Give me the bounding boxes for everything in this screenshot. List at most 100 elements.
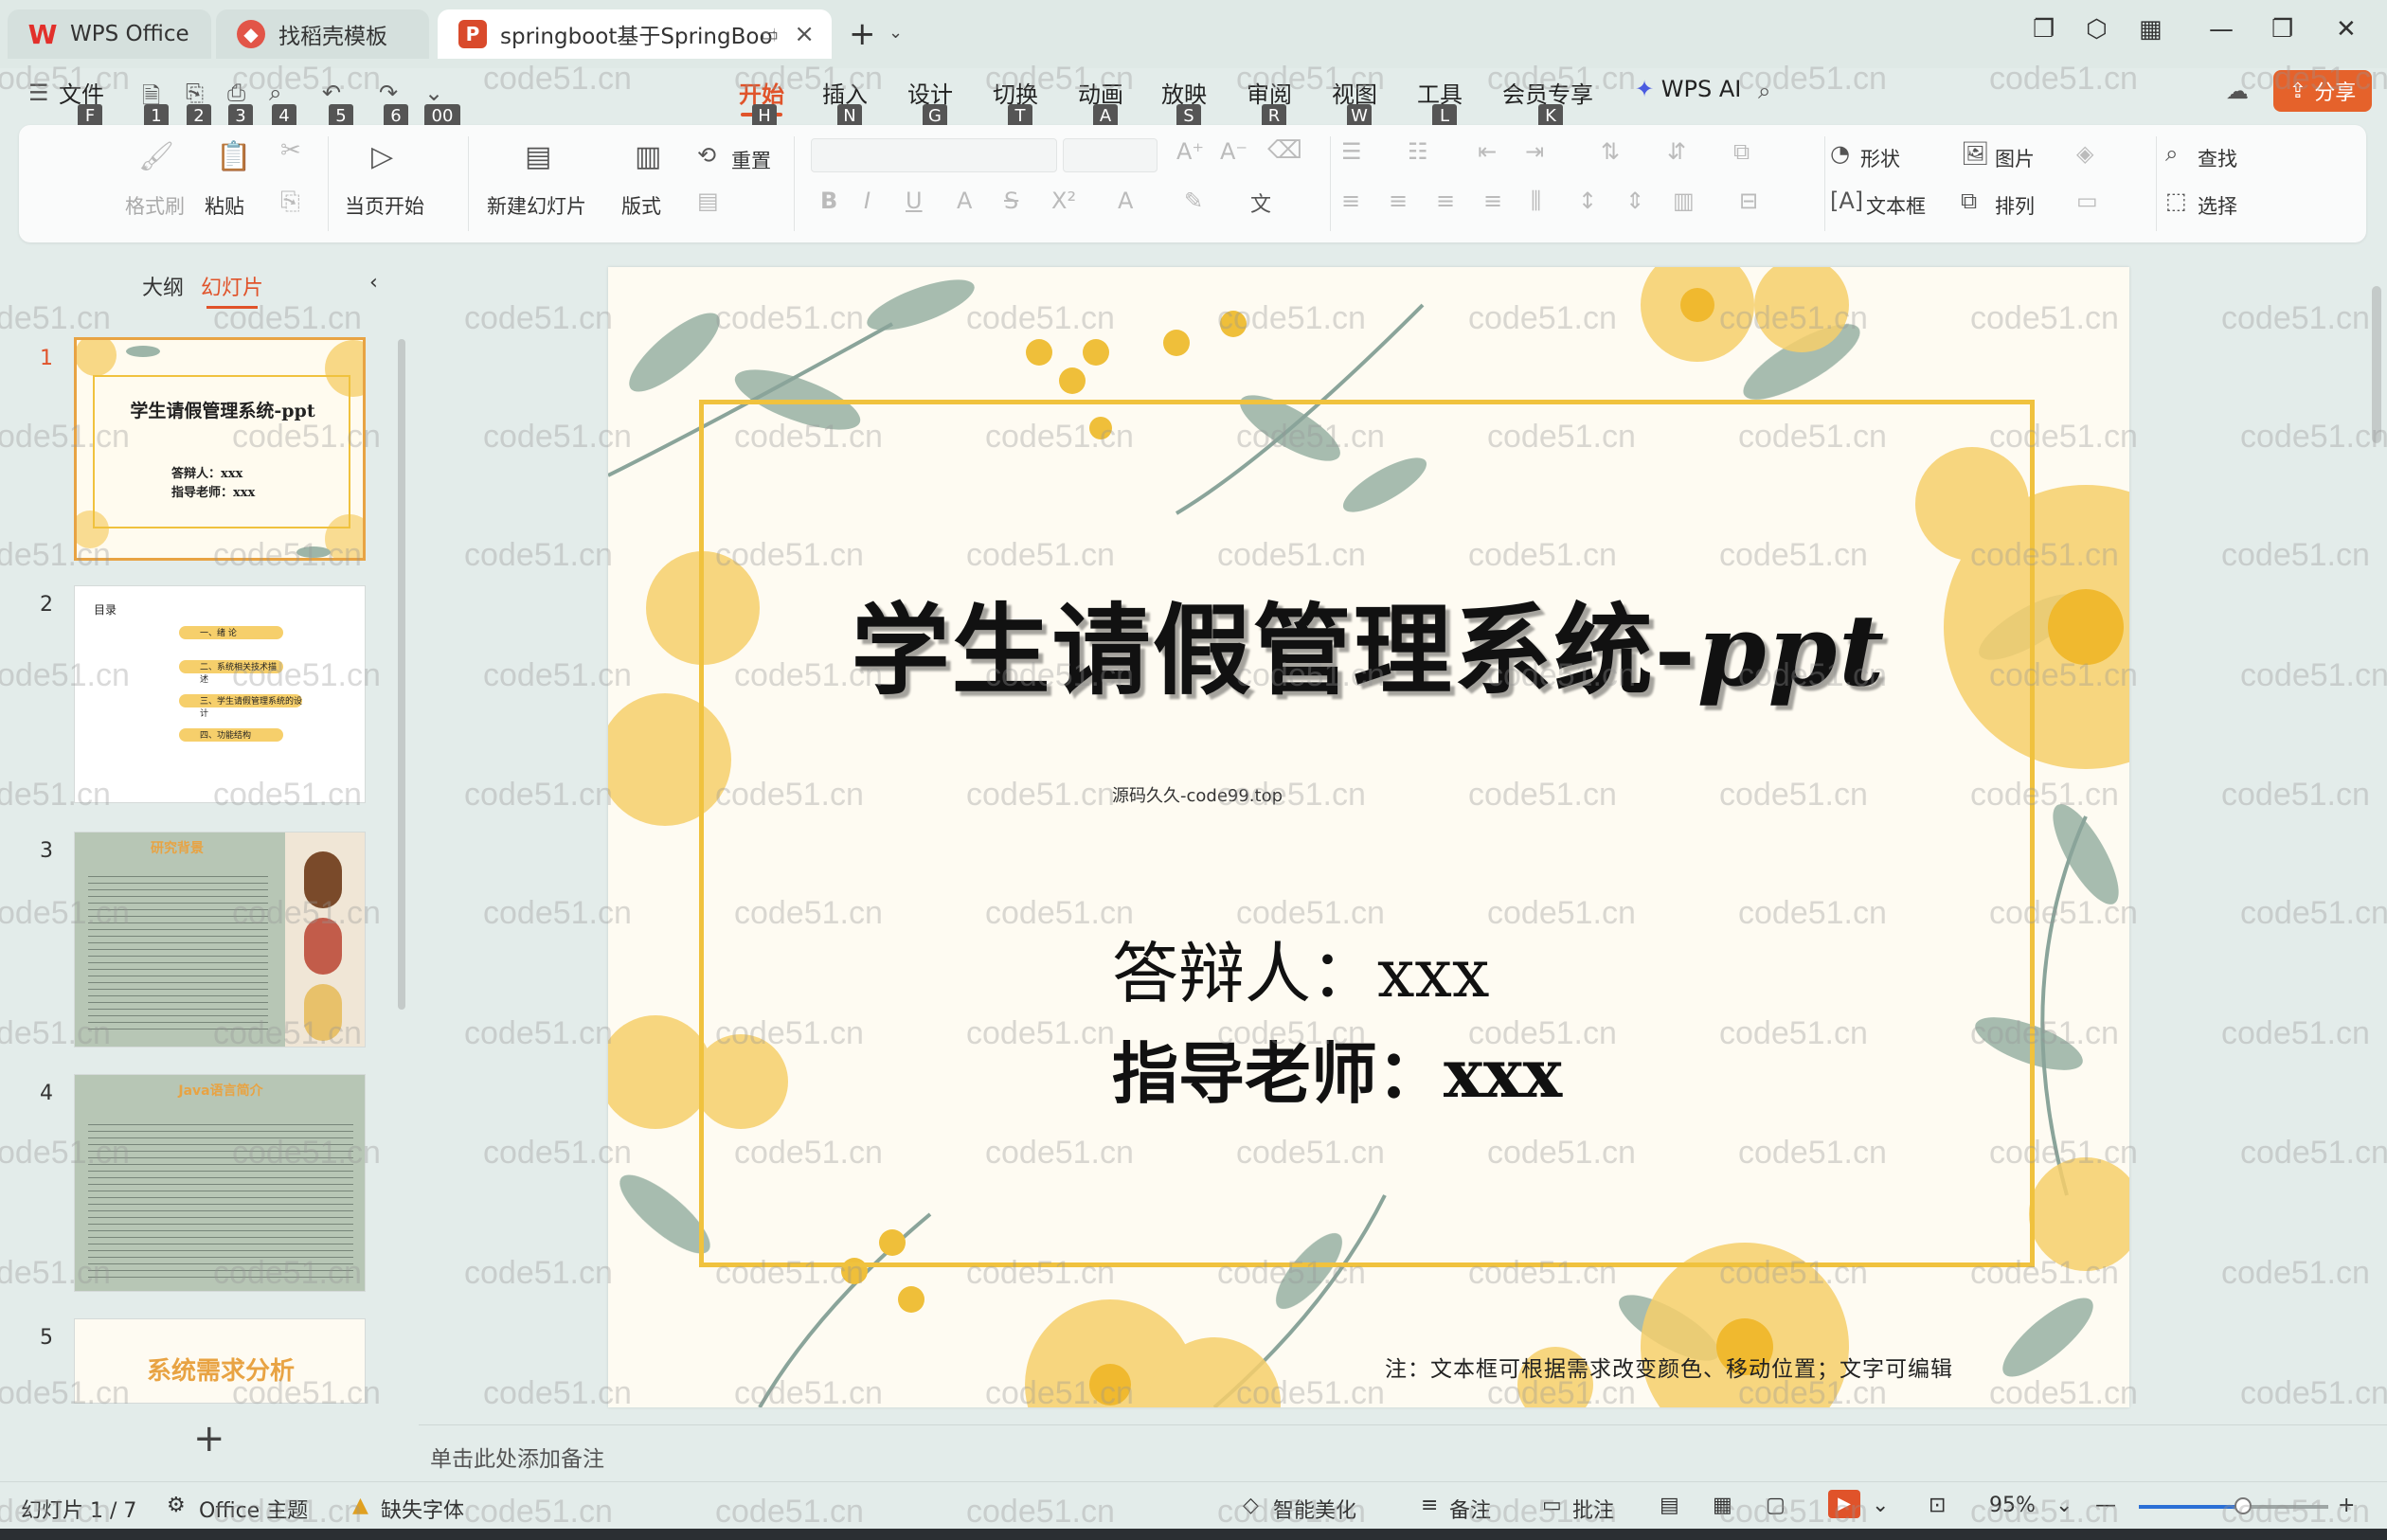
wps-ai-button[interactable]: ✦ WPS AI: [1635, 76, 1741, 102]
zoom-slider-knob[interactable]: [2234, 1497, 2252, 1514]
monitor-icon[interactable]: ▭: [761, 23, 779, 45]
image-icon[interactable]: 🖼: [1961, 140, 1989, 167]
font-color-icon[interactable]: A: [1118, 188, 1133, 214]
cloud-icon[interactable]: ☁: [2226, 78, 2249, 104]
arrange-icon[interactable]: ⧉: [1961, 188, 1977, 214]
pinyin-icon[interactable]: 文: [1250, 188, 1271, 218]
indent-icon[interactable]: ⇥: [1525, 138, 1544, 165]
fill-icon[interactable]: ◈: [2076, 140, 2093, 167]
panel-scrollbar[interactable]: [398, 339, 405, 1010]
new-tab-plus-icon[interactable]: +: [849, 15, 876, 53]
slide-sorter-icon[interactable]: ▦: [1713, 1494, 1732, 1517]
clear-format-icon[interactable]: ⌫: [1267, 136, 1302, 165]
paragraph-spacing-icon[interactable]: ⇕: [1625, 188, 1644, 214]
arrange-button[interactable]: 排列: [1995, 191, 2035, 220]
undo-icon[interactable]: ↶: [322, 80, 341, 106]
columns-icon[interactable]: ▥: [1673, 188, 1695, 214]
notes-placeholder[interactable]: 单击此处添加备注: [430, 1441, 604, 1473]
close-window-icon[interactable]: ✕: [2336, 15, 2357, 44]
select-icon[interactable]: ⬚: [2165, 188, 2187, 214]
reset-icon[interactable]: ⟲: [697, 142, 716, 169]
play-slideshow-button[interactable]: ▶: [1828, 1490, 1860, 1518]
slide-thumbnail-3[interactable]: 研究背景: [74, 832, 366, 1048]
decrease-font-icon[interactable]: A⁻: [1220, 138, 1247, 165]
search-icon[interactable]: ⌕: [1758, 78, 1770, 104]
comments-button[interactable]: 批注: [1572, 1494, 1614, 1524]
collapse-panel-icon[interactable]: ‹: [369, 271, 378, 295]
canvas-scrollbar[interactable]: [2368, 252, 2387, 1424]
slide-thumbnail-5[interactable]: 系统需求分析: [74, 1318, 366, 1404]
scroll-thumb[interactable]: [2372, 286, 2381, 443]
sort-icon[interactable]: ⇵: [1667, 138, 1686, 165]
notes-toggle-button[interactable]: 备注: [1449, 1494, 1491, 1524]
bold-icon[interactable]: B: [820, 188, 837, 214]
find-button[interactable]: 查找: [2198, 144, 2237, 172]
align-right-icon[interactable]: ≡: [1436, 188, 1455, 214]
notes-pane[interactable]: 单击此处添加备注: [419, 1424, 2387, 1481]
format-painter-label[interactable]: 格式刷: [125, 191, 185, 220]
cut-icon[interactable]: ✂: [280, 136, 301, 165]
hamburger-icon[interactable]: ☰: [28, 80, 49, 106]
underline-icon[interactable]: U: [906, 188, 923, 214]
textbox-icon[interactable]: [A]: [1830, 188, 1863, 214]
convert-icon[interactable]: ⧉: [1733, 138, 1750, 165]
shadow-icon[interactable]: A: [957, 188, 972, 214]
slide-1[interactable]: 学生请假管理系统-ppt 源码久久-code99.top 答辩人：xxx 指导老…: [608, 267, 2129, 1407]
paste-icon[interactable]: 📋: [216, 140, 251, 173]
bullet-list-icon[interactable]: ☰: [1341, 138, 1362, 165]
slide-thumbnail-4[interactable]: Java语言简介: [74, 1074, 366, 1292]
highlight-icon[interactable]: ✎: [1184, 188, 1203, 214]
add-slide-plus-icon[interactable]: +: [193, 1417, 225, 1460]
window-layout-icon[interactable]: ❐: [2033, 15, 2055, 44]
cube-icon[interactable]: ⬡: [2086, 15, 2108, 44]
slide-title[interactable]: 学生请假管理系统-ppt: [608, 570, 2129, 713]
normal-view-icon[interactable]: ▤: [1660, 1494, 1679, 1517]
outdent-icon[interactable]: ⇤: [1478, 138, 1497, 165]
missing-font-button[interactable]: 缺失字体: [381, 1494, 464, 1524]
new-slide-button[interactable]: 新建幻灯片: [487, 191, 586, 220]
layout-icon[interactable]: ▥: [635, 140, 661, 173]
print-icon[interactable]: ⎙: [227, 80, 245, 106]
avatar[interactable]: ▦: [2139, 15, 2163, 44]
justify-icon[interactable]: ≡: [1483, 188, 1502, 214]
reading-view-icon[interactable]: ▢: [1766, 1494, 1786, 1517]
zoom-level[interactable]: 95%: [1989, 1494, 2036, 1517]
tab-document[interactable]: P springboot基于SpringBoot的 ▭ ×: [438, 9, 832, 59]
slide-thumbnail-2[interactable]: 目录 一、绪 论 二、系统相关技术描述 三、学生请假管理系统的设计 四、功能结构: [74, 585, 366, 803]
slide-presenter[interactable]: 答辩人：xxx: [1112, 921, 1489, 1016]
font-size-select[interactable]: [1063, 138, 1158, 172]
text-direction-icon[interactable]: ⇅: [1601, 138, 1620, 165]
tab-slides[interactable]: 幻灯片: [201, 271, 263, 309]
redo-icon[interactable]: ↷: [379, 80, 398, 106]
maximize-icon[interactable]: ❐: [2271, 15, 2293, 44]
strikethrough-icon[interactable]: S: [1004, 188, 1018, 214]
smart-beautify-button[interactable]: 智能美化: [1273, 1494, 1356, 1524]
layout-button[interactable]: 版式: [621, 191, 661, 220]
image-button[interactable]: 图片: [1995, 144, 2035, 172]
slide-subtitle[interactable]: 源码久久-code99.top: [1112, 782, 1283, 807]
slide-thumbnail-1[interactable]: 学生请假管理系统-ppt 答辩人：xxx 指导老师：xxx: [74, 337, 366, 561]
print-preview-icon[interactable]: ⌕: [269, 80, 281, 106]
slide-note[interactable]: 注：文本框可根据需求改变颜色、移动位置；文字可编辑: [1385, 1351, 1953, 1383]
numbered-list-icon[interactable]: ☷: [1408, 138, 1428, 165]
export-pdf-icon[interactable]: ⎘: [186, 80, 204, 106]
share-button[interactable]: ⇪ 分享: [2273, 70, 2372, 112]
format-painter-icon[interactable]: 🖌: [138, 140, 174, 173]
tab-docer-template[interactable]: ◆ 找稻壳模板: [216, 9, 429, 59]
align-center-icon[interactable]: ≡: [1389, 188, 1408, 214]
play-from-current-icon[interactable]: ▷: [371, 140, 393, 173]
tab-outline[interactable]: 大纲: [142, 271, 184, 301]
shape-icon[interactable]: ◔: [1830, 140, 1850, 167]
new-slide-icon[interactable]: ▤: [525, 140, 551, 173]
superscript-icon[interactable]: X²: [1051, 188, 1076, 214]
font-family-select[interactable]: [811, 138, 1057, 172]
reset-button[interactable]: 重置: [731, 146, 771, 174]
italic-icon[interactable]: I: [864, 188, 870, 214]
chevron-down-icon[interactable]: ⌄: [888, 23, 903, 43]
section-icon[interactable]: ▤: [697, 188, 719, 214]
play-from-current-button[interactable]: 当页开始: [345, 191, 424, 220]
text-align-vertical-icon[interactable]: ⊟: [1739, 188, 1758, 214]
distribute-icon[interactable]: ⫼: [1531, 188, 1541, 214]
fit-window-icon[interactable]: ⊡: [1929, 1494, 1946, 1517]
slide-advisor[interactable]: 指导老师：xxx: [1112, 1021, 1562, 1117]
